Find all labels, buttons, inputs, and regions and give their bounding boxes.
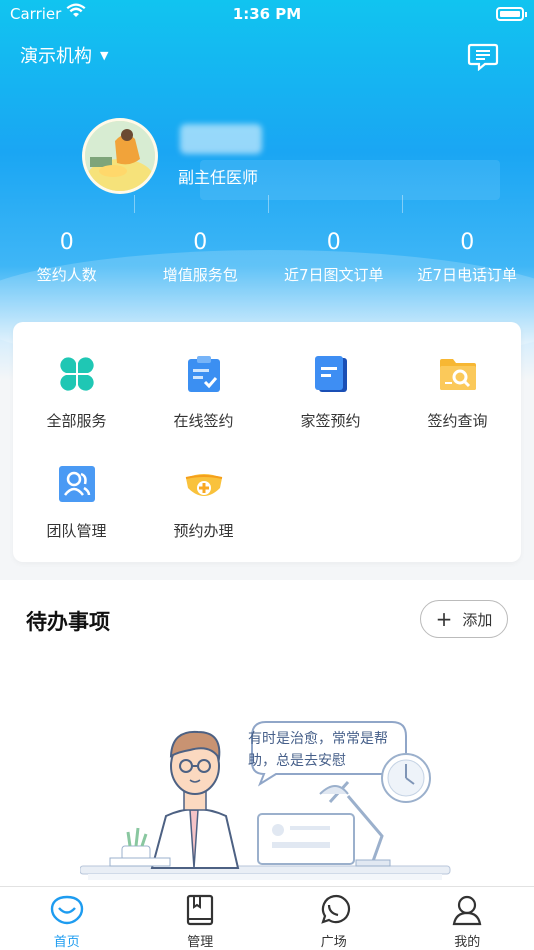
service-online-sign[interactable]: 在线签约 — [140, 322, 267, 430]
tab-bar: 首页 管理 广场 我的 — [0, 886, 534, 950]
tab-manage[interactable]: 管理 — [134, 887, 268, 950]
service-label: 家签预约 — [300, 412, 361, 430]
clipboard-check-icon — [184, 354, 224, 394]
mask-plus-icon — [184, 464, 224, 504]
clock: 1:36 PM — [232, 5, 302, 23]
services-card: 全部服务 在线签约 家签预约 签约查询 团队管理 预约办理 — [13, 322, 521, 562]
service-all[interactable]: 全部服务 — [13, 322, 140, 430]
org-name: 演示机构 — [20, 46, 92, 67]
service-sign-query[interactable]: 签约查询 — [394, 322, 521, 430]
team-icon — [57, 464, 97, 504]
clover-icon — [57, 354, 97, 394]
heart-chat-icon — [50, 895, 83, 925]
add-todo-button[interactable]: + 添加 — [420, 600, 508, 638]
avatar[interactable] — [82, 118, 158, 194]
message-icon[interactable] — [467, 43, 499, 72]
tab-square[interactable]: 广场 — [267, 887, 401, 950]
folder-search-icon — [438, 354, 478, 394]
tab-label: 广场 — [320, 935, 347, 950]
doctor-name-blurred — [180, 124, 262, 154]
service-label: 全部服务 — [46, 412, 107, 430]
service-appointment[interactable]: 预约办理 — [140, 432, 267, 540]
status-bar: Carrier 1:36 PM — [0, 0, 534, 30]
person-icon — [452, 895, 482, 926]
stat-value: 0 — [460, 230, 475, 255]
todo-title: 待办事项 — [26, 610, 110, 634]
book-icon — [187, 894, 214, 926]
stat-service-packs[interactable]: 0 增值服务包 — [134, 230, 268, 285]
service-label: 在线签约 — [173, 412, 234, 430]
service-label: 预约办理 — [173, 522, 234, 540]
service-label: 签约查询 — [427, 412, 488, 430]
quote-text: 有时是治愈，常常是帮助，总是去安慰 — [248, 731, 388, 769]
service-family-booking[interactable]: 家签预约 — [267, 322, 394, 430]
stat-text-orders[interactable]: 0 近7日图文订单 — [267, 230, 401, 285]
stat-label: 增值服务包 — [162, 266, 238, 284]
stat-value: 0 — [193, 230, 208, 255]
tab-home[interactable]: 首页 — [0, 887, 134, 950]
plus-icon: + — [435, 607, 453, 631]
stat-phone-orders[interactable]: 0 近7日电话订单 — [401, 230, 534, 285]
service-team-management[interactable]: 团队管理 — [13, 432, 140, 540]
stat-signed-count[interactable]: 0 签约人数 — [0, 230, 134, 285]
tab-label: 我的 — [454, 935, 481, 950]
stat-label: 近7日图文订单 — [283, 266, 384, 284]
caret-down-icon: ▼ — [100, 48, 109, 62]
add-label: 添加 — [462, 610, 493, 629]
tab-label: 首页 — [53, 935, 80, 950]
tab-label: 管理 — [187, 935, 214, 950]
tab-mine[interactable]: 我的 — [401, 887, 534, 950]
service-label: 团队管理 — [46, 522, 107, 540]
doctor-title: 副主任医师 — [178, 168, 259, 187]
whatsapp-chat-icon — [321, 895, 350, 924]
stat-value: 0 — [326, 230, 341, 255]
stat-label: 近7日电话订单 — [417, 266, 518, 284]
stat-label: 签约人数 — [36, 266, 97, 284]
battery-icon — [496, 7, 527, 21]
org-selector[interactable]: 演示机构 ▼ — [20, 42, 108, 68]
stats-row: 0 签约人数 0 增值服务包 0 近7日图文订单 0 近7日电话订单 — [0, 230, 534, 285]
stat-value: 0 — [59, 230, 74, 255]
document-icon — [311, 354, 351, 394]
